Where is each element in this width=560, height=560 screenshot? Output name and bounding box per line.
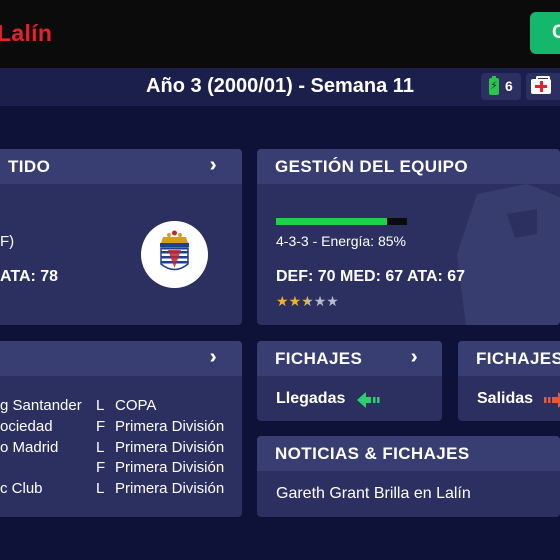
match-attack-rating: ATA: 78 — [0, 268, 59, 285]
fixture-competition: Primera División — [115, 418, 225, 435]
star-icon: ★ — [301, 293, 314, 309]
team-ratings: DEF: 70 MED: 67 ATA: 67 — [276, 268, 466, 285]
energy-count: 6 — [505, 78, 513, 94]
news-panel[interactable]: NOTICIAS & FICHAJES Gareth Grant Brilla … — [257, 436, 560, 517]
news-headline[interactable]: Gareth Grant Brilla en Lalín — [276, 485, 471, 503]
match-panel-title: TIDO — [8, 157, 51, 176]
arrow-right-icon — [544, 392, 560, 408]
match-info-line: F) — [0, 233, 15, 250]
medkit-cross-icon-vertical — [539, 81, 543, 92]
opponent-crest-logo — [141, 221, 208, 288]
match-panel-header: TIDO ›› — [0, 149, 242, 184]
team-star-rating: ★★★★★ — [276, 293, 339, 310]
fixture-competition: Primera División — [115, 459, 225, 476]
star-icon: ★ — [276, 293, 289, 309]
energy-chip[interactable]: ⚡ 6 — [481, 73, 521, 100]
fixture-competition: COPA — [115, 397, 157, 414]
team-energy-fill — [276, 218, 388, 225]
news-panel-title: NOTICIAS & FICHAJES — [275, 444, 470, 463]
match-panel[interactable]: TIDO ›› F) ATA: 78 — [0, 149, 242, 325]
star-icon: ★ — [326, 293, 339, 309]
top-bar: Lalín C — [0, 0, 560, 68]
departures-label: Salidas — [477, 390, 534, 407]
transfers-departures-header: FICHAJES — [458, 341, 560, 376]
transfers-departures-title: FICHAJES — [476, 349, 560, 368]
continue-button[interactable]: C — [530, 12, 560, 54]
continue-button-label: C — [552, 22, 560, 43]
fixture-venue: L — [96, 480, 105, 497]
fixture-team: ociedad — [0, 418, 53, 435]
fixture-team: o Madrid — [0, 439, 59, 456]
transfers-departures-panel[interactable]: FICHAJES Salidas — [458, 341, 560, 421]
fixture-venue: F — [96, 459, 106, 476]
arrivals-label: Llegadas — [276, 390, 346, 407]
season-week-title: Año 3 (2000/01) - Semana 11 — [146, 75, 414, 97]
team-management-header: GESTIÓN DEL EQUIPO — [257, 149, 560, 184]
fixtures-panel-header: ›› — [0, 341, 242, 376]
star-icon: ★ — [288, 293, 302, 309]
transfers-arrivals-header: FICHAJES ›› — [257, 341, 442, 376]
week-bar: Año 3 (2000/01) - Semana 11 — [0, 68, 560, 106]
formation-energy-text: 4-3-3 - Energía: 85% — [276, 233, 406, 249]
fixtures-panel[interactable]: ›› g Santander L COPA ociedad F Primera … — [0, 341, 242, 517]
fixture-venue: L — [96, 439, 105, 456]
jersey-watermark-icon — [457, 184, 560, 325]
arrow-left-icon — [357, 392, 380, 408]
star-icon: ★ — [313, 293, 327, 309]
team-management-panel[interactable]: GESTIÓN DEL EQUIPO 4-3-3 - Energía: 85% … — [257, 149, 560, 325]
fixture-team: g Santander — [0, 397, 82, 414]
medical-chip[interactable] — [526, 73, 560, 100]
transfers-arrivals-title: FICHAJES — [275, 349, 363, 368]
fixture-competition: Primera División — [115, 480, 225, 497]
fixture-team: c Club — [0, 480, 43, 497]
club-name: Lalín — [0, 20, 53, 46]
bolt-icon: ⚡ — [490, 80, 498, 92]
team-energy-bar — [276, 218, 407, 225]
team-management-title: GESTIÓN DEL EQUIPO — [275, 157, 468, 176]
transfers-arrivals-panel[interactable]: FICHAJES ›› Llegadas — [257, 341, 442, 421]
fixture-competition: Primera División — [115, 439, 225, 456]
news-panel-header: NOTICIAS & FICHAJES — [257, 436, 560, 471]
fixture-venue: F — [96, 418, 106, 435]
fixture-venue: L — [96, 397, 105, 414]
